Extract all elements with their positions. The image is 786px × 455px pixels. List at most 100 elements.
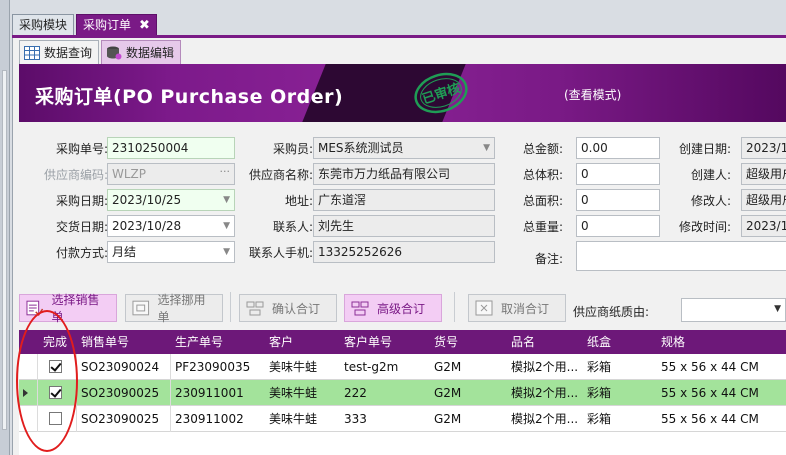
column-header[interactable]: 货号 [434, 330, 458, 354]
page-title: 采购订单(PO Purchase Order) [35, 86, 344, 108]
contact-field[interactable]: 刘先生 [313, 215, 495, 237]
tab-label: 采购订单 [83, 18, 132, 32]
column-header[interactable]: 品名 [511, 330, 535, 354]
content-frame: 数据查询 数据编辑 采购订单(PO Purchase Order) 已审核 (查… [12, 38, 786, 455]
payment-select[interactable]: 月结 ▼ [107, 241, 235, 263]
tab-data-edit[interactable]: 数据编辑 [101, 40, 182, 64]
module-tabs: 采购模块 采购订单 ✖ [12, 14, 159, 36]
column-header[interactable]: 客户单号 [344, 330, 392, 354]
column-header[interactable]: 生产单号 [175, 330, 223, 354]
modifier-field[interactable]: 超级用户 [741, 189, 786, 211]
supplier-name-label: 供应商名称: [248, 168, 313, 182]
grid-icon [24, 45, 40, 60]
button-label: 取消合订 [501, 301, 550, 316]
total-volume-field[interactable]: 0 [576, 163, 660, 185]
box-cell: 彩箱 [587, 412, 612, 426]
po-date-label: 采购日期: [55, 194, 108, 208]
stamp-text: 已审核 [420, 80, 462, 107]
cell-divider [170, 354, 171, 380]
delivery-date-label: 交货日期: [55, 220, 108, 234]
supplier-code-label: 供应商编码: [43, 168, 108, 182]
customer-no-cell: test-g2m [344, 360, 399, 374]
item-no-cell: G2M [434, 386, 462, 400]
total-amount-field[interactable]: 0.00 [576, 137, 660, 159]
table-row-selected[interactable]: SO23090025 230911001 美味牛蛙 222 G2M 模拟2个用.… [19, 380, 786, 406]
creator-field[interactable]: 超级用户 [741, 163, 786, 185]
total-volume-label: 总体积: [522, 168, 563, 182]
remark-label: 备注: [534, 252, 563, 266]
cancel-icon [475, 300, 493, 316]
table-row[interactable]: SO23090025 230911002 美味牛蛙 333 G2M 模拟2个用.… [19, 406, 786, 432]
po-date-field[interactable]: 2023/10/25 ▼ [107, 189, 235, 211]
cell-divider [76, 354, 77, 380]
payment-value: 月结 [112, 245, 137, 259]
form-header: 采购订单(PO Purchase Order) 已审核 (查看模式) [19, 64, 786, 122]
address-field[interactable]: 广东道滘 [313, 189, 495, 211]
column-header[interactable]: 规格 [661, 330, 685, 354]
cell-divider [37, 380, 38, 406]
product-name-cell: 模拟2个用... [511, 360, 579, 374]
cell-divider [76, 380, 77, 406]
modified-time-field[interactable]: 2023/1( [741, 215, 786, 237]
remark-field[interactable] [576, 241, 786, 271]
button-label: 高级合订 [377, 301, 426, 316]
done-checkbox[interactable] [49, 412, 62, 425]
creator-label: 创建人: [690, 168, 731, 182]
select-sales-order-button[interactable]: 选择销售单 [19, 293, 117, 324]
cell-divider [170, 406, 171, 432]
customer-cell: 美味牛蛙 [269, 360, 318, 374]
modifier-label: 修改人: [690, 194, 731, 208]
column-header[interactable]: 纸盒 [587, 330, 611, 354]
column-header[interactable]: 销售单号 [81, 330, 129, 354]
total-area-field[interactable]: 0 [576, 189, 660, 211]
button-label: 选择销售单 [51, 293, 100, 324]
contact-phone-field[interactable]: 13325252626 [313, 241, 495, 263]
delivery-date-field[interactable]: 2023/10/28 ▼ [107, 215, 235, 237]
dropdown-arrow-icon[interactable]: ▼ [774, 304, 781, 314]
confirm-combine-button[interactable]: 确认合订 [239, 294, 337, 322]
supplier-code-field[interactable]: WLZP ··· [107, 163, 235, 185]
total-weight-field[interactable]: 0 [576, 215, 660, 237]
cell-divider [37, 354, 38, 380]
item-no-cell: G2M [434, 412, 462, 426]
done-checkbox[interactable] [49, 386, 62, 399]
buyer-value: MES系统测试员 [318, 141, 404, 155]
created-date-field[interactable]: 2023/1( [741, 137, 786, 159]
tab-label: 采购模块 [19, 18, 68, 32]
tab-data-query[interactable]: 数据查询 [19, 40, 100, 64]
left-scrollbar[interactable] [2, 70, 7, 430]
spec-cell: 55 x 56 x 44 CM [661, 386, 759, 400]
view-mode-label: (查看模式) [564, 88, 622, 102]
left-panel-edge [0, 0, 10, 455]
combine-icon [246, 301, 264, 316]
customer-no-cell: 222 [344, 386, 367, 400]
box-cell: 彩箱 [587, 386, 612, 400]
tab-purchase-module[interactable]: 采购模块 [12, 14, 75, 36]
supplier-paper-select[interactable]: ▼ [681, 298, 786, 322]
advanced-combine-icon [351, 301, 369, 316]
current-row-indicator-icon [23, 389, 28, 397]
column-header[interactable]: 完成 [43, 330, 67, 354]
payment-label: 付款方式: [55, 246, 108, 260]
supplier-name-field[interactable]: 东莞市万力纸品有限公司 [313, 163, 495, 185]
contact-phone-label: 联系人手机: [248, 246, 313, 260]
total-weight-label: 总重量: [522, 220, 563, 234]
prod-no-cell: PF23090035 [175, 360, 251, 374]
done-checkbox[interactable] [49, 360, 62, 373]
select-transfer-order-button[interactable]: 选择挪用单 [125, 293, 223, 324]
dropdown-arrow-icon[interactable]: ▼ [223, 216, 230, 236]
advanced-combine-button[interactable]: 高级合订 [344, 294, 442, 322]
close-icon[interactable]: ✖ [139, 15, 150, 36]
spec-cell: 55 x 56 x 44 CM [661, 412, 759, 426]
spec-cell: 55 x 56 x 44 CM [661, 360, 759, 374]
dropdown-arrow-icon[interactable]: ▼ [223, 190, 230, 210]
table-row[interactable]: SO23090024 PF23090035 美味牛蛙 test-g2m G2M … [19, 354, 786, 380]
column-header[interactable]: 客户 [269, 330, 293, 354]
item-no-cell: G2M [434, 360, 462, 374]
cancel-combine-button[interactable]: 取消合订 [468, 294, 566, 322]
po-no-field[interactable]: 2310250004 [107, 137, 235, 159]
sales-no-cell: SO23090025 [81, 386, 160, 400]
buyer-select[interactable]: MES系统测试员 ▼ [313, 137, 495, 159]
dropdown-arrow-icon[interactable]: ▼ [483, 138, 490, 158]
tab-purchase-order[interactable]: 采购订单 ✖ [76, 14, 157, 36]
